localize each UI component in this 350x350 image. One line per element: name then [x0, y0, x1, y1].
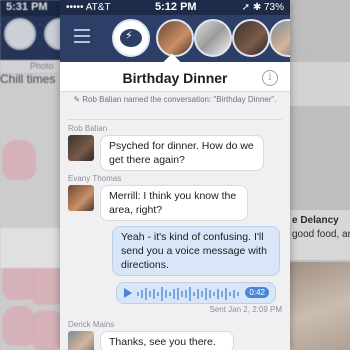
divider	[68, 119, 282, 120]
battery-indicator: ➚ ✱ 73%	[241, 2, 284, 13]
avatar[interactable]	[68, 135, 94, 161]
avatar[interactable]	[68, 331, 94, 350]
message-bubble: Thanks, see you there.	[100, 331, 234, 350]
chat-heads-bar	[60, 15, 290, 62]
sent-status: Sent Jan 2, 2:09 PM	[209, 305, 283, 314]
chat-panel: ••••• AT&T 5:12 PM ➚ ✱ 73% Birthday Dinn…	[60, 0, 290, 350]
sender-name: Derick Mains	[68, 320, 115, 329]
messenger-chathead[interactable]	[112, 19, 150, 57]
conversation-header: Birthday Dinner i	[60, 53, 290, 92]
chathead-avatar[interactable]	[232, 19, 270, 57]
voice-duration: 0:42	[245, 287, 269, 298]
status-bar: ••••• AT&T 5:12 PM ➚ ✱ 73%	[60, 0, 290, 15]
message-bubble: Psyched for dinner. How do we get there …	[100, 135, 264, 171]
system-message: ✎ Rob Balian named the conversation: "Bir…	[68, 94, 282, 105]
play-icon[interactable]	[124, 288, 132, 298]
menu-icon[interactable]	[74, 29, 90, 43]
my-message-bubble: Yeah - it's kind of confusing. I'll send…	[112, 226, 280, 276]
pencil-icon: ✎	[73, 95, 81, 104]
sender-name: Rob Balian	[68, 124, 108, 133]
info-icon[interactable]: i	[262, 70, 278, 86]
chathead-avatar[interactable]	[194, 19, 232, 57]
conversation-title: Birthday Dinner	[122, 70, 228, 86]
carrier-label: ••••• AT&T	[66, 2, 111, 13]
message-bubble: Merrill: I think you know the area, righ…	[100, 185, 248, 221]
sender-name: Evany Thomas	[68, 174, 122, 183]
voice-message[interactable]: 0:42	[116, 282, 276, 304]
waveform	[137, 287, 239, 301]
chathead-avatar[interactable]	[269, 19, 290, 57]
chathead-avatar[interactable]	[156, 19, 194, 57]
messenger-bubble-icon	[120, 29, 142, 47]
status-time: 5:12 PM	[155, 1, 197, 13]
avatar[interactable]	[68, 185, 94, 211]
system-message-text: Rob Balian named the conversation: "Birt…	[82, 95, 277, 104]
